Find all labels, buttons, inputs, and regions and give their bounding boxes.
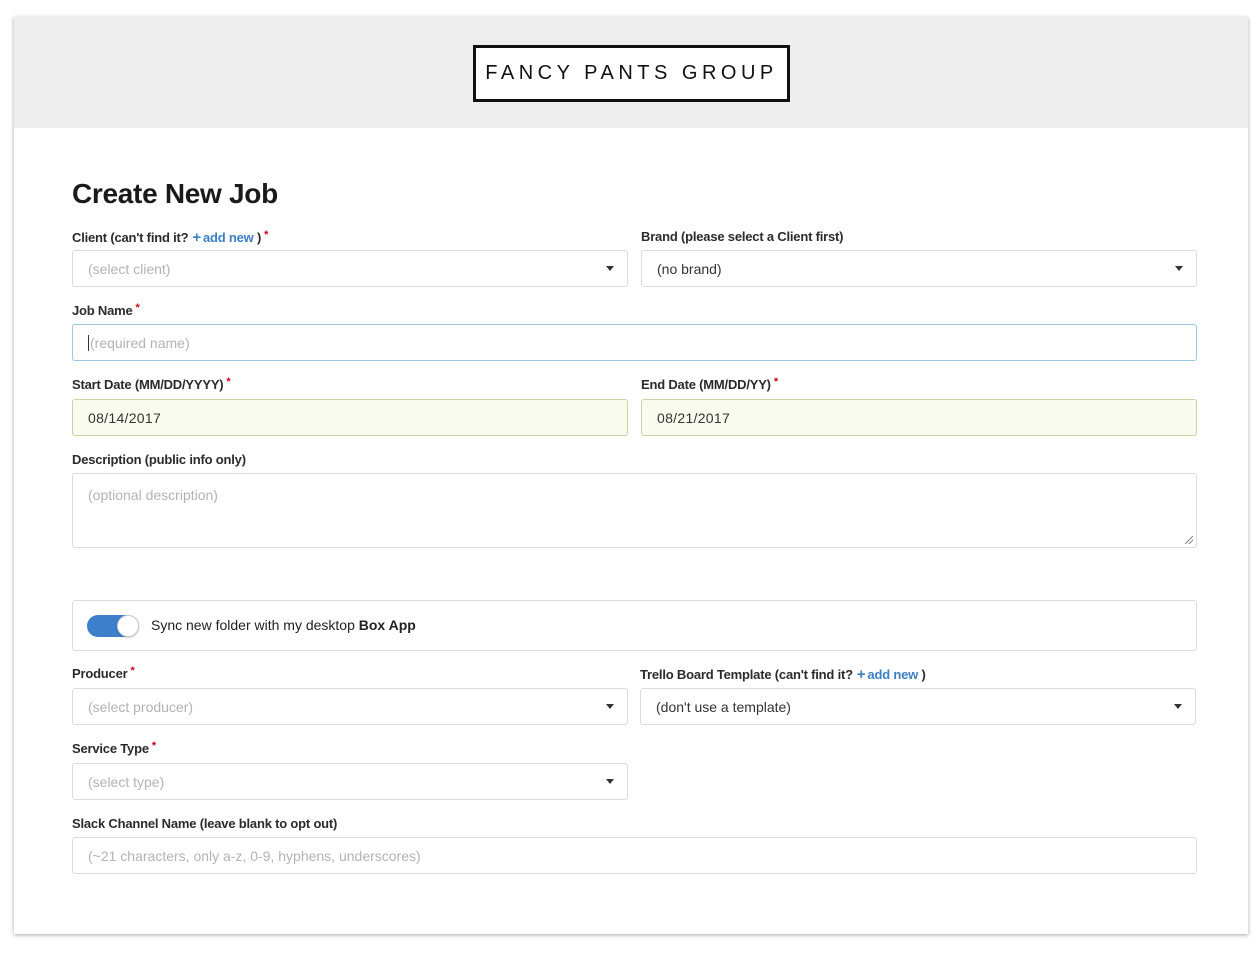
sync-folder-panel: Sync new folder with my desktop Box App xyxy=(72,600,1197,651)
app-frame: FANCY PANTS GROUP Create New Job Client … xyxy=(14,17,1248,934)
service-type-required-marker: * xyxy=(151,740,156,752)
service-type-label-text: Service Type xyxy=(72,741,149,756)
job-name-label: Job Name * xyxy=(72,302,140,318)
description-textarea[interactable]: (optional description) xyxy=(72,473,1197,548)
producer-label-text: Producer xyxy=(72,666,128,681)
start-date-label: Start Date (MM/DD/YYYY) * xyxy=(72,376,231,392)
description-placeholder: (optional description) xyxy=(88,487,218,503)
end-date-required-marker: * xyxy=(773,376,778,388)
producer-select-value: (select producer) xyxy=(88,698,194,715)
add-client-plus-icon[interactable]: + xyxy=(192,229,201,246)
job-name-input[interactable]: (required name) xyxy=(72,324,1197,361)
slack-channel-input[interactable]: (~21 characters, only a-z, 0-9, hyphens,… xyxy=(72,837,1197,874)
resize-handle-icon[interactable] xyxy=(1185,536,1193,544)
header-bar: FANCY PANTS GROUP xyxy=(14,17,1248,128)
client-required-marker: * xyxy=(264,229,269,241)
description-label: Description (public info only) xyxy=(72,452,246,467)
end-date-value: 08/21/2017 xyxy=(657,409,731,426)
job-name-label-text: Job Name xyxy=(72,303,133,318)
trello-label: Trello Board Template (can't find it? + ad… xyxy=(640,666,926,683)
start-date-label-text: Start Date (MM/DD/YYYY) xyxy=(72,377,224,392)
brand-select-value: (no brand) xyxy=(657,260,722,277)
chevron-down-icon xyxy=(606,266,614,271)
start-date-value: 08/14/2017 xyxy=(88,409,162,426)
slack-channel-label: Slack Channel Name (leave blank to opt o… xyxy=(72,816,338,831)
page-title: Create New Job xyxy=(72,178,278,209)
add-trello-link[interactable]: add new xyxy=(867,667,918,682)
client-select[interactable]: (select client) xyxy=(72,250,628,287)
end-date-label-text: End Date (MM/DD/YY) xyxy=(641,377,771,392)
trello-label-text: Trello Board Template (can't find it? xyxy=(640,667,853,682)
job-name-required-marker: * xyxy=(135,302,140,314)
start-date-input[interactable]: 08/14/2017 xyxy=(72,399,628,436)
producer-required-marker: * xyxy=(130,665,135,677)
add-client-link[interactable]: add new xyxy=(203,230,254,245)
start-date-required-marker: * xyxy=(226,376,231,388)
trello-label-close: ) xyxy=(921,667,926,682)
end-date-label: End Date (MM/DD/YY) * xyxy=(641,376,778,392)
company-logo[interactable]: FANCY PANTS GROUP xyxy=(473,45,790,102)
brand-label: Brand (please select a Client first) xyxy=(641,229,844,244)
chevron-down-icon xyxy=(606,779,614,784)
trello-template-select[interactable]: (don't use a template) xyxy=(640,688,1196,725)
sync-folder-label: Sync new folder with my desktop Box App xyxy=(151,617,416,633)
trello-template-value: (don't use a template) xyxy=(656,698,791,715)
text-cursor xyxy=(88,334,89,351)
client-label-close: ) xyxy=(257,230,262,245)
slack-channel-placeholder: (~21 characters, only a-z, 0-9, hyphens,… xyxy=(88,847,421,864)
producer-select[interactable]: (select producer) xyxy=(72,688,628,725)
brand-select[interactable]: (no brand) xyxy=(641,250,1197,287)
client-select-value: (select client) xyxy=(88,260,171,277)
client-label-text: Client (can't find it? xyxy=(72,230,189,245)
job-name-placeholder: (required name) xyxy=(90,334,190,351)
chevron-down-icon xyxy=(1174,704,1182,709)
end-date-input[interactable]: 08/21/2017 xyxy=(641,399,1197,436)
sync-app-name: Box App xyxy=(358,617,416,633)
chevron-down-icon xyxy=(606,704,614,709)
service-type-label: Service Type * xyxy=(72,740,156,756)
service-type-value: (select type) xyxy=(88,773,165,790)
sync-folder-text: Sync new folder with my desktop xyxy=(151,617,355,633)
toggle-knob xyxy=(117,615,139,637)
add-trello-plus-icon[interactable]: + xyxy=(857,666,866,683)
client-label: Client (can't find it? + add new ) * xyxy=(72,229,268,246)
producer-label: Producer * xyxy=(72,665,135,681)
service-type-select[interactable]: (select type) xyxy=(72,763,628,800)
sync-folder-toggle[interactable] xyxy=(87,615,139,637)
chevron-down-icon xyxy=(1175,266,1183,271)
